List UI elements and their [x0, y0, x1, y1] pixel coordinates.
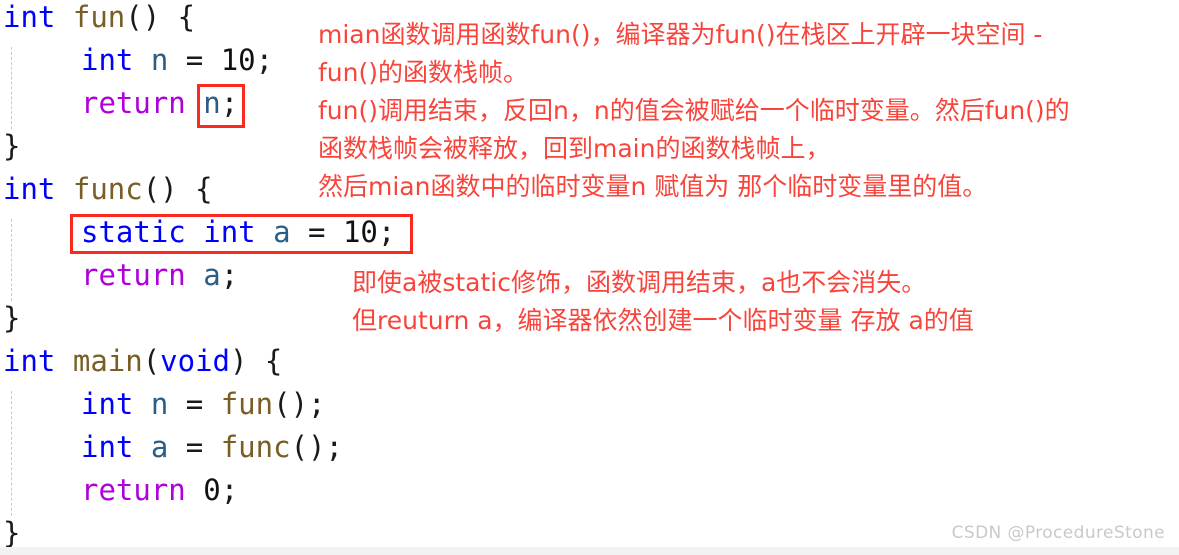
code-line[interactable]: int a = func();: [81, 426, 343, 469]
code-token: a: [150, 430, 169, 464]
code-token: ;: [377, 215, 396, 249]
code-token: fun: [220, 387, 274, 421]
code-token: return: [81, 473, 186, 507]
code-token: n: [150, 43, 169, 77]
annotation-fun-line: mian函数调用函数fun()，编译器为fun()在栈区上开辟一块空间 -: [318, 20, 1043, 49]
code-token: 10: [220, 43, 256, 77]
code-token: a: [273, 215, 291, 249]
code-token: =: [290, 215, 343, 249]
annotation-static-line: 即使a被static修饰，函数调用结束，a也不会消失。: [352, 268, 927, 297]
code-line[interactable]: return n;: [81, 82, 238, 125]
code-token: =: [168, 387, 221, 421]
code-token: func: [72, 172, 143, 206]
code-token: (: [142, 344, 161, 378]
code-line[interactable]: int func() {: [3, 168, 213, 211]
code-token: static: [81, 215, 186, 249]
code-token: }: [3, 129, 21, 163]
code-token: func: [220, 430, 291, 464]
code-token: ;: [220, 473, 239, 507]
code-token: void: [160, 344, 231, 378]
code-token: =: [168, 43, 221, 77]
code-token: 10: [342, 215, 378, 249]
code-token: int: [81, 430, 134, 464]
annotation-static-variable-explanation: 即使a被static修饰，函数调用结束，a也不会消失。但reuturn a，编译…: [352, 264, 974, 340]
code-line[interactable]: }: [3, 297, 20, 340]
annotation-fun-line: fun()调用结束，反回n，n的值会被赋给一个临时变量。然后fun()的: [318, 96, 1070, 125]
indent-guide: [11, 219, 12, 301]
annotation-fun-line: 函数栈帧会被释放，回到main的函数栈帧上，: [318, 134, 831, 163]
code-line[interactable]: static int a = 10;: [81, 211, 395, 254]
code-token: }: [3, 301, 21, 335]
annotation-fun-line: 然后mian函数中的临时变量n 赋值为 那个临时变量里的值。: [318, 172, 988, 201]
code-token: n: [203, 86, 221, 120]
code-line[interactable]: int n = 10;: [81, 39, 273, 82]
annotation-static-line: 但reuturn a，编译器依然创建一个临时变量 存放 a的值: [352, 306, 974, 335]
code-token: a: [203, 258, 221, 292]
code-token: main: [72, 344, 143, 378]
code-token: int: [3, 344, 56, 378]
code-line[interactable]: int n = fun();: [81, 383, 326, 426]
bottom-strip: [0, 547, 1179, 555]
annotation-fun-line: fun()的函数栈帧。: [318, 58, 528, 87]
annotation-fun-call-explanation: mian函数调用函数fun()，编译器为fun()在栈区上开辟一块空间 - fun…: [318, 16, 1070, 206]
code-token: ;: [255, 43, 274, 77]
code-token: int: [81, 43, 134, 77]
code-line[interactable]: return a;: [81, 254, 238, 297]
code-token: }: [3, 516, 21, 550]
code-token: return: [81, 258, 186, 292]
indent-guide: [11, 391, 12, 516]
code-token: ;: [220, 86, 239, 120]
csdn-watermark: CSDN @ProcedureStone: [951, 523, 1165, 543]
code-token: fun: [72, 0, 126, 34]
code-token: ();: [290, 430, 343, 464]
code-line[interactable]: }: [3, 125, 20, 168]
code-token: 0: [203, 473, 221, 507]
code-token: int: [3, 172, 56, 206]
code-token: int: [81, 387, 134, 421]
code-line[interactable]: return 0;: [81, 469, 238, 512]
code-token: () {: [125, 0, 196, 34]
code-token: int: [203, 215, 256, 249]
indent-guide: [11, 47, 12, 129]
code-line[interactable]: int fun() {: [3, 0, 195, 39]
code-token: n: [150, 387, 169, 421]
code-token: ;: [220, 258, 239, 292]
code-token: ) {: [230, 344, 283, 378]
code-token: =: [168, 430, 221, 464]
code-token: () {: [142, 172, 213, 206]
code-line[interactable]: int main(void) {: [3, 340, 282, 383]
code-token: int: [3, 0, 56, 34]
code-token: ();: [273, 387, 326, 421]
code-token: return: [81, 86, 186, 120]
